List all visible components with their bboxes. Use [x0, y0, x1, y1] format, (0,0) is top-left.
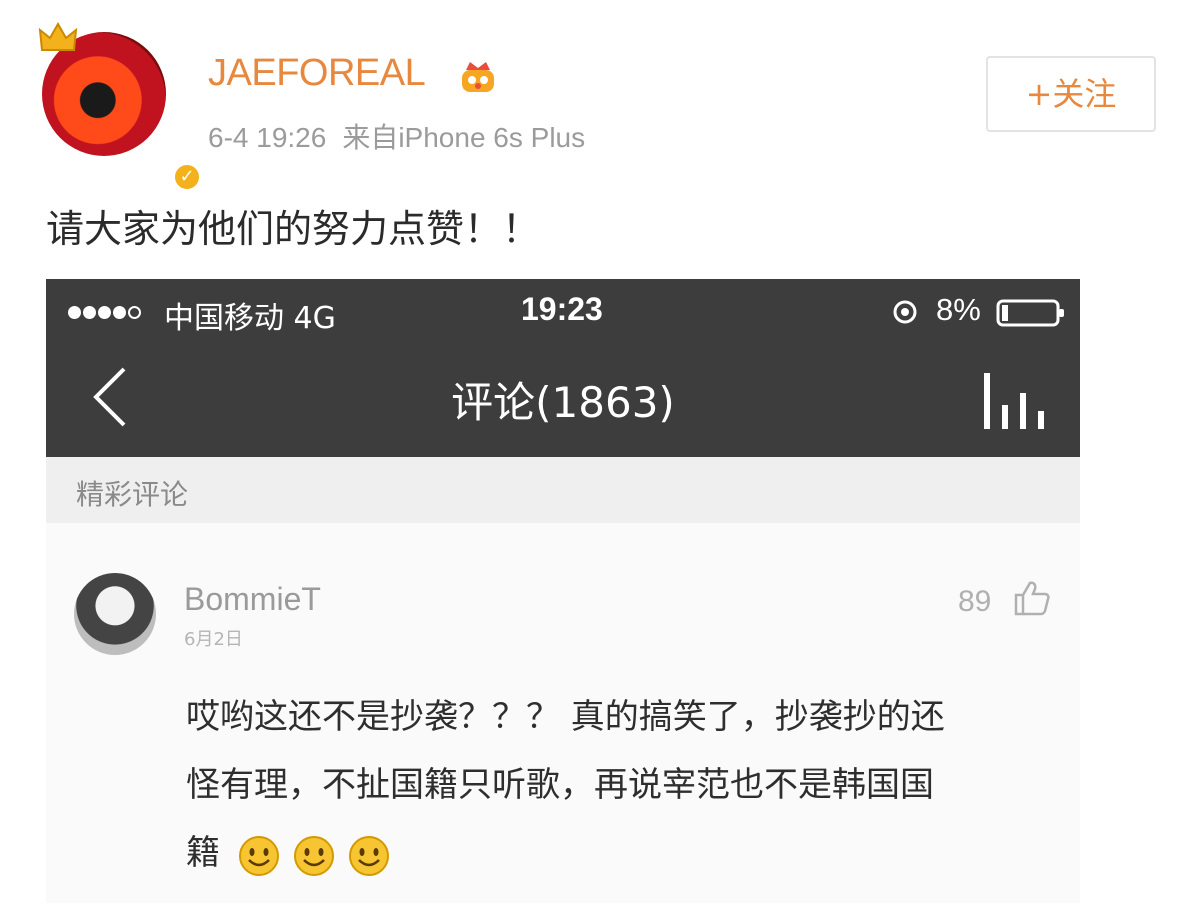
section-header: 精彩评论 — [46, 457, 1080, 523]
section-header-label: 精彩评论 — [76, 478, 189, 511]
nav-title: 评论(1863) — [451, 378, 675, 427]
nav-bar: 评论(1863) — [46, 343, 1080, 457]
embedded-screenshot: 中国移动 4G 19:23 8% 评论(1863) 精彩评论 BommieT 6… — [46, 279, 1080, 903]
author-username[interactable]: JAEFOREAL — [208, 52, 426, 95]
post-meta: 6-4 19:26 来自iPhone 6s Plus — [208, 116, 601, 156]
vip-icon — [462, 62, 494, 92]
emoji-row — [230, 835, 390, 877]
post-source: 来自iPhone 6s Plus — [342, 122, 586, 153]
commenter-avatar[interactable] — [74, 573, 156, 655]
commenter-username[interactable]: BommieT — [184, 581, 321, 618]
comment-item: BommieT 6月2日 89 哎哟这还不是抄袭？？？ 真的搞笑了，抄袭抄的还 … — [46, 523, 1080, 903]
author-avatar[interactable]: ✓ — [38, 22, 202, 192]
post-time: 6-4 19:26 — [208, 122, 327, 153]
status-bar: 中国移动 4G 19:23 8% — [46, 279, 1080, 343]
status-time: 19:23 — [521, 291, 603, 327]
post-text: 请大家为他们的努力点赞！！ — [46, 207, 541, 251]
like-count: 89 — [958, 585, 992, 618]
stats-icon[interactable] — [980, 365, 1052, 431]
carrier-label: 中国移动 4G — [164, 301, 336, 336]
comment-date: 6月2日 — [184, 629, 243, 650]
battery-percent: 8% — [936, 292, 981, 327]
battery-icon — [996, 299, 1064, 327]
lock-rotation-icon — [893, 300, 917, 324]
follow-button[interactable]: +关注 — [986, 56, 1156, 132]
thumbs-up-icon[interactable] — [1012, 579, 1052, 617]
smile-emoji-icon — [294, 836, 335, 876]
verified-icon: ✓ — [172, 162, 202, 192]
crown-icon — [38, 22, 78, 51]
smile-emoji-icon — [349, 836, 390, 876]
signal-dots-icon — [68, 304, 143, 319]
smile-emoji-icon — [239, 836, 279, 876]
weibo-post-page: ✓ JAEFOREAL 6-4 19:26 来自iPhone 6s Plus +关… — [0, 0, 1200, 903]
